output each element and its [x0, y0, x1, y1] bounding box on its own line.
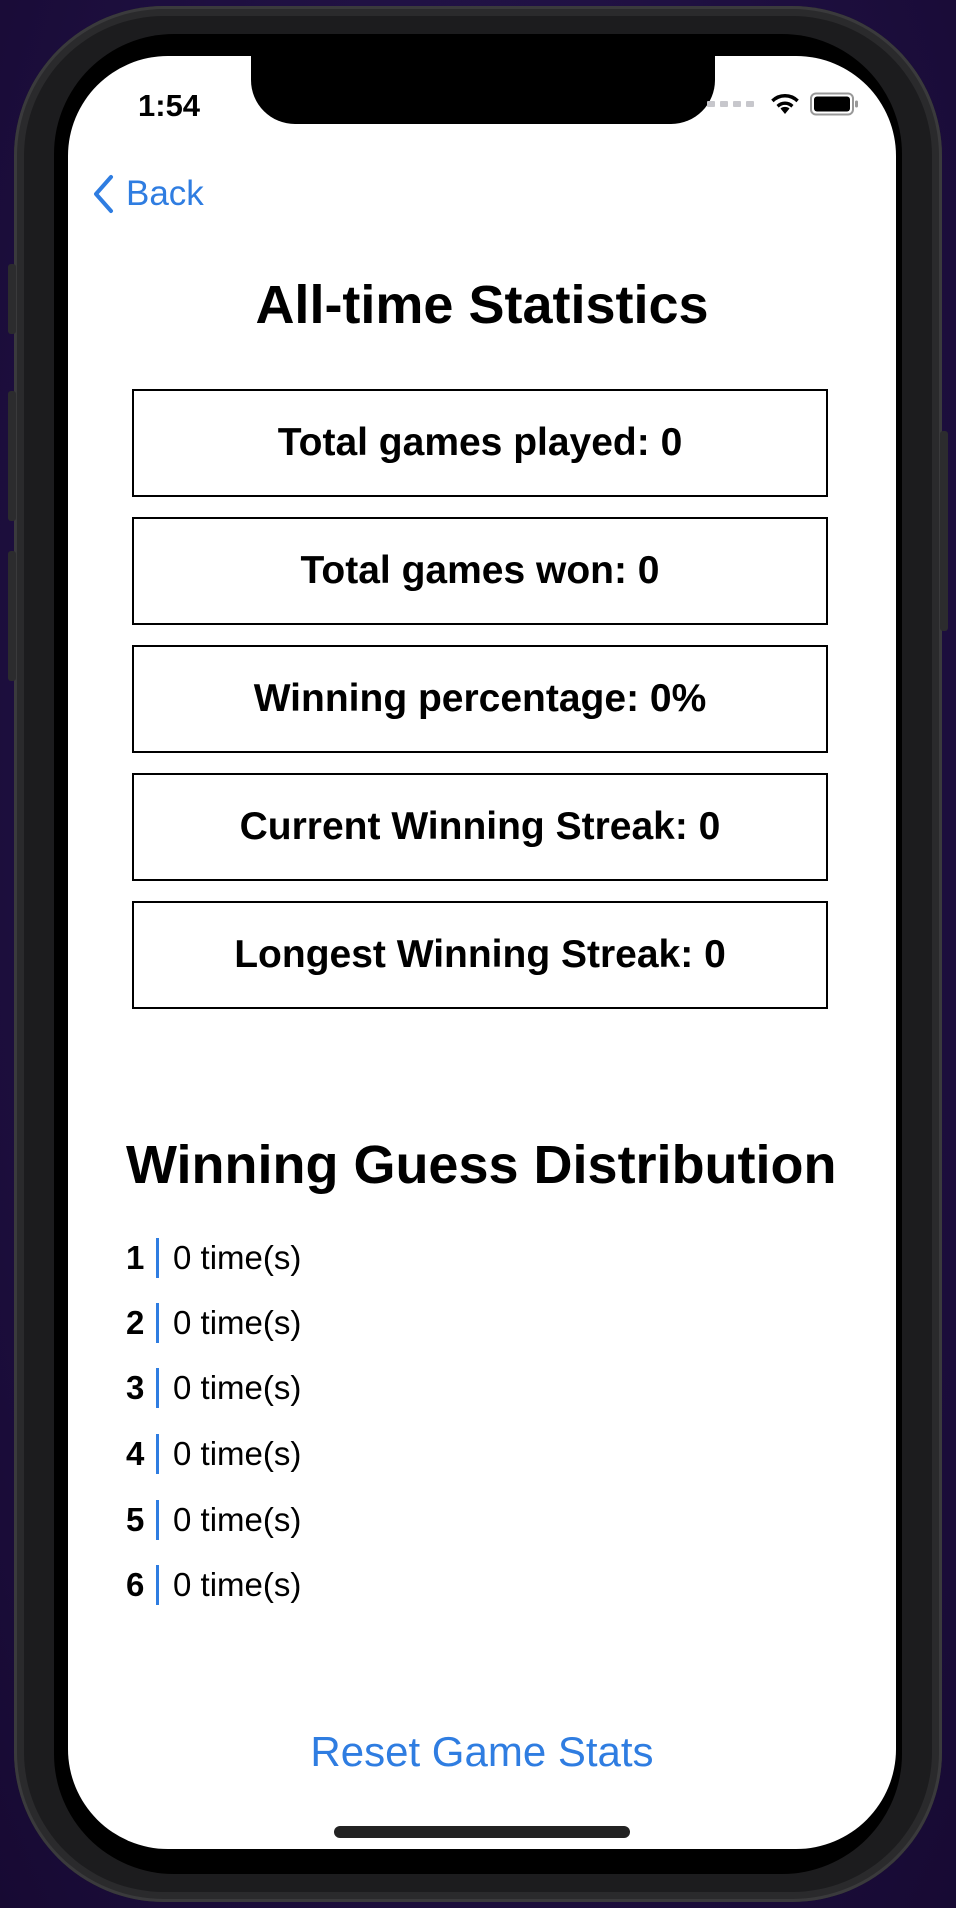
- guess-number: 5: [126, 1501, 145, 1538]
- guess-number: 3: [126, 1369, 145, 1406]
- guess-number: 2: [126, 1304, 145, 1341]
- power-button: [940, 431, 948, 631]
- distribution-title: Winning Guess Distribution: [126, 1135, 837, 1195]
- guess-count: 0 time(s): [173, 1566, 302, 1603]
- distribution-row: 6 0 time(s): [126, 1561, 301, 1609]
- status-icons: [707, 92, 860, 116]
- status-time: 1:54: [138, 88, 201, 123]
- guess-number: 4: [126, 1435, 145, 1472]
- guess-count: 0 time(s): [173, 1435, 302, 1472]
- distribution-row: 1 0 time(s): [126, 1234, 301, 1282]
- guess-count: 0 time(s): [173, 1501, 302, 1538]
- distribution-bar: [156, 1434, 159, 1474]
- stat-total-games-played: Total games played: 0: [132, 389, 828, 497]
- distribution-bar: [156, 1368, 159, 1408]
- page-title: All-time Statistics: [255, 275, 709, 335]
- stat-current-winning-streak: Current Winning Streak: 0: [132, 773, 828, 881]
- volume-down-button: [8, 551, 16, 681]
- guess-count: 0 time(s): [173, 1239, 302, 1276]
- back-button[interactable]: Back: [92, 174, 204, 214]
- distribution-bar: [156, 1238, 159, 1278]
- guess-count: 0 time(s): [173, 1369, 302, 1406]
- chevron-left-icon: [94, 175, 113, 213]
- mute-switch: [8, 264, 16, 334]
- stat-total-games-won: Total games won: 0: [132, 517, 828, 625]
- guess-number: 1: [126, 1239, 145, 1276]
- stat-longest-winning-streak: Longest Winning Streak: 0: [132, 901, 828, 1009]
- cellular-signal-icon: [707, 101, 754, 107]
- reset-stats-button[interactable]: Reset Game Stats: [68, 1728, 896, 1776]
- stat-winning-percentage: Winning percentage: 0%: [132, 645, 828, 753]
- distribution-bar: [156, 1303, 159, 1343]
- back-label: Back: [126, 174, 204, 213]
- home-indicator[interactable]: [334, 1826, 630, 1838]
- volume-up-button: [8, 391, 16, 521]
- distribution-bar: [156, 1500, 159, 1540]
- distribution-row: 2 0 time(s): [126, 1299, 301, 1347]
- notch: [251, 56, 715, 124]
- app-screen: 1:54 Back All-time Statistics Total game…: [68, 56, 896, 1849]
- battery-icon: [810, 92, 858, 116]
- distribution-row: 5 0 time(s): [126, 1496, 301, 1544]
- wifi-icon: [771, 93, 799, 114]
- guess-number: 6: [126, 1566, 145, 1603]
- guess-count: 0 time(s): [173, 1304, 302, 1341]
- distribution-row: 3 0 time(s): [126, 1364, 301, 1412]
- distribution-row: 4 0 time(s): [126, 1430, 301, 1478]
- distribution-bar: [156, 1565, 159, 1605]
